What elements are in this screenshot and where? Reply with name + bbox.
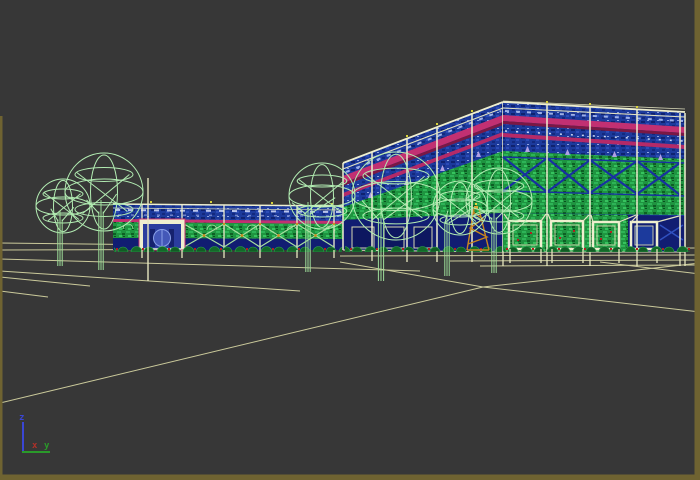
front-hedge-row <box>345 244 502 252</box>
viewport-border-right <box>695 0 700 480</box>
viewport-border-left <box>0 116 3 480</box>
entrance-lintel <box>139 219 185 224</box>
viewport-border-bottom <box>0 475 700 480</box>
ucs-z-label: z <box>19 413 24 423</box>
glass-facade-side <box>503 101 690 252</box>
ucs-y-label: y <box>44 441 50 451</box>
ucs-x-label: x <box>32 441 38 451</box>
side-hedge-row <box>504 245 690 252</box>
viewport-canvas[interactable]: z x y <box>0 0 700 480</box>
